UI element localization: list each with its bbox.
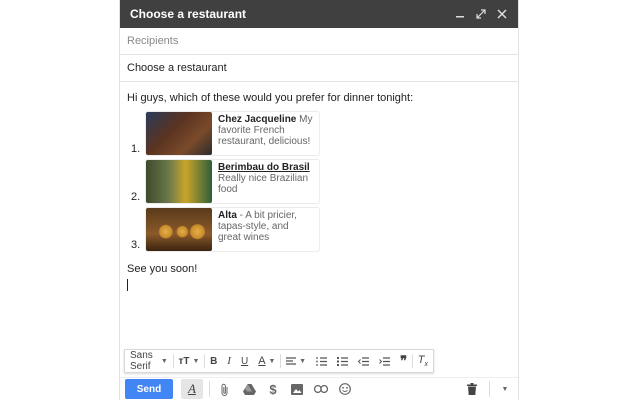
link-icon <box>314 385 328 393</box>
chevron-down-icon: ▼ <box>268 357 276 365</box>
restaurant-photo <box>146 160 212 203</box>
list-item: 2. Berimbau do Brasil Really nice Brazil… <box>131 159 511 204</box>
divider <box>489 381 490 397</box>
font-family-label: Sans Serif <box>130 350 153 372</box>
align-left-icon <box>286 356 297 365</box>
insert-link-button[interactable] <box>310 379 332 399</box>
text-cursor <box>127 279 128 291</box>
place-card-text: Chez Jacqueline My favorite French resta… <box>212 112 319 155</box>
attach-files-button[interactable] <box>214 379 236 399</box>
bold-icon: B <box>210 355 218 367</box>
place-card[interactable]: Alta - A bit pricier, tapas-style, and g… <box>145 207 320 252</box>
emoji-icon <box>339 383 351 395</box>
italic-icon: I <box>227 355 231 367</box>
place-card-text: Alta - A bit pricier, tapas-style, and g… <box>212 208 319 251</box>
quote-button[interactable]: ❞ <box>395 350 412 372</box>
text-color-button[interactable]: A ▼ <box>253 350 280 372</box>
compose-window: Choose a restaurant Recipients Choose a … <box>119 0 519 400</box>
chevron-down-icon: ▼ <box>160 357 168 365</box>
formatting-options-button[interactable]: A <box>181 379 203 399</box>
signoff-text: See you soon! <box>127 263 198 275</box>
expand-icon[interactable] <box>473 6 489 22</box>
compose-titlebar[interactable]: Choose a restaurant <box>120 0 518 28</box>
place-description: Really nice Brazilian food <box>218 173 309 195</box>
list-number: 2. <box>131 191 141 203</box>
discard-draft-button[interactable] <box>461 379 483 399</box>
chevron-down-icon: ▼ <box>501 385 509 393</box>
drive-button[interactable] <box>238 379 260 399</box>
bold-button[interactable]: B <box>205 350 222 372</box>
minimize-icon[interactable] <box>452 6 468 22</box>
message-body[interactable]: Hi guys, which of these would you prefer… <box>120 82 518 291</box>
chevron-down-icon: ▼ <box>192 357 200 365</box>
divider <box>209 381 210 397</box>
restaurant-photo <box>146 112 212 155</box>
drive-icon <box>242 383 256 395</box>
place-card[interactable]: Chez Jacqueline My favorite French resta… <box>145 111 320 156</box>
subject-field[interactable]: Choose a restaurant <box>120 55 518 82</box>
place-name[interactable]: Alta <box>218 210 237 221</box>
numbered-list-button[interactable] <box>311 350 332 372</box>
send-button[interactable]: Send <box>125 379 173 399</box>
insert-photo-button[interactable] <box>286 379 308 399</box>
place-card-text: Berimbau do Brasil Really nice Brazilian… <box>212 160 319 203</box>
place-name[interactable]: Berimbau do Brasil <box>218 162 310 173</box>
photo-icon <box>291 383 303 395</box>
indent-more-button[interactable] <box>374 350 395 372</box>
list-number: 3. <box>131 239 141 251</box>
place-card[interactable]: Berimbau do Brasil Really nice Brazilian… <box>145 159 320 204</box>
place-name[interactable]: Chez Jacqueline <box>218 114 296 125</box>
chevron-down-icon: ▼ <box>299 357 307 365</box>
greeting-text: Hi guys, which of these would you prefer… <box>127 92 414 104</box>
list-number: 1. <box>131 143 141 155</box>
font-size-button[interactable]: ᴛT ▼ <box>173 350 204 372</box>
close-icon[interactable] <box>494 6 510 22</box>
compose-bottom-toolbar: Send A $ ▼ <box>120 377 518 400</box>
align-button[interactable]: ▼ <box>281 350 311 372</box>
subject-text: Choose a restaurant <box>127 62 227 74</box>
underline-button[interactable]: U <box>236 350 253 372</box>
list-item: 3. Alta - A bit pricier, tapas-style, an… <box>131 207 511 252</box>
send-money-button[interactable]: $ <box>262 379 284 399</box>
remove-formatting-button[interactable]: Tx <box>413 350 433 372</box>
indent-less-button[interactable] <box>353 350 374 372</box>
indent-less-icon <box>358 356 370 366</box>
underline-icon: U <box>240 355 249 367</box>
quote-icon: ❞ <box>400 353 408 368</box>
indent-more-icon <box>379 356 391 366</box>
formatting-toolbar: Sans Serif ▼ ᴛT ▼ B I U A ▼ ▼ ❞ Tx <box>124 349 434 373</box>
italic-button[interactable]: I <box>222 350 236 372</box>
formatting-icon: A <box>188 381 196 396</box>
recipients-field[interactable]: Recipients <box>120 28 518 55</box>
bulleted-list-button[interactable] <box>332 350 353 372</box>
list-item: 1. Chez Jacqueline My favorite French re… <box>131 111 511 156</box>
insert-emoji-button[interactable] <box>334 379 356 399</box>
restaurant-photo <box>146 208 212 251</box>
remove-formatting-icon: Tx <box>417 353 428 369</box>
font-family-select[interactable]: Sans Serif ▼ <box>125 350 173 372</box>
compose-title: Choose a restaurant <box>130 7 247 21</box>
trash-icon <box>467 383 477 395</box>
text-size-icon: ᴛT <box>178 355 190 367</box>
more-options-button[interactable]: ▼ <box>494 379 516 399</box>
dollar-icon: $ <box>269 381 277 397</box>
text-color-icon: A <box>258 355 266 367</box>
bulleted-list-icon <box>337 356 349 366</box>
recipients-placeholder: Recipients <box>127 35 179 47</box>
numbered-list-icon <box>316 356 328 366</box>
paperclip-icon <box>221 383 228 396</box>
